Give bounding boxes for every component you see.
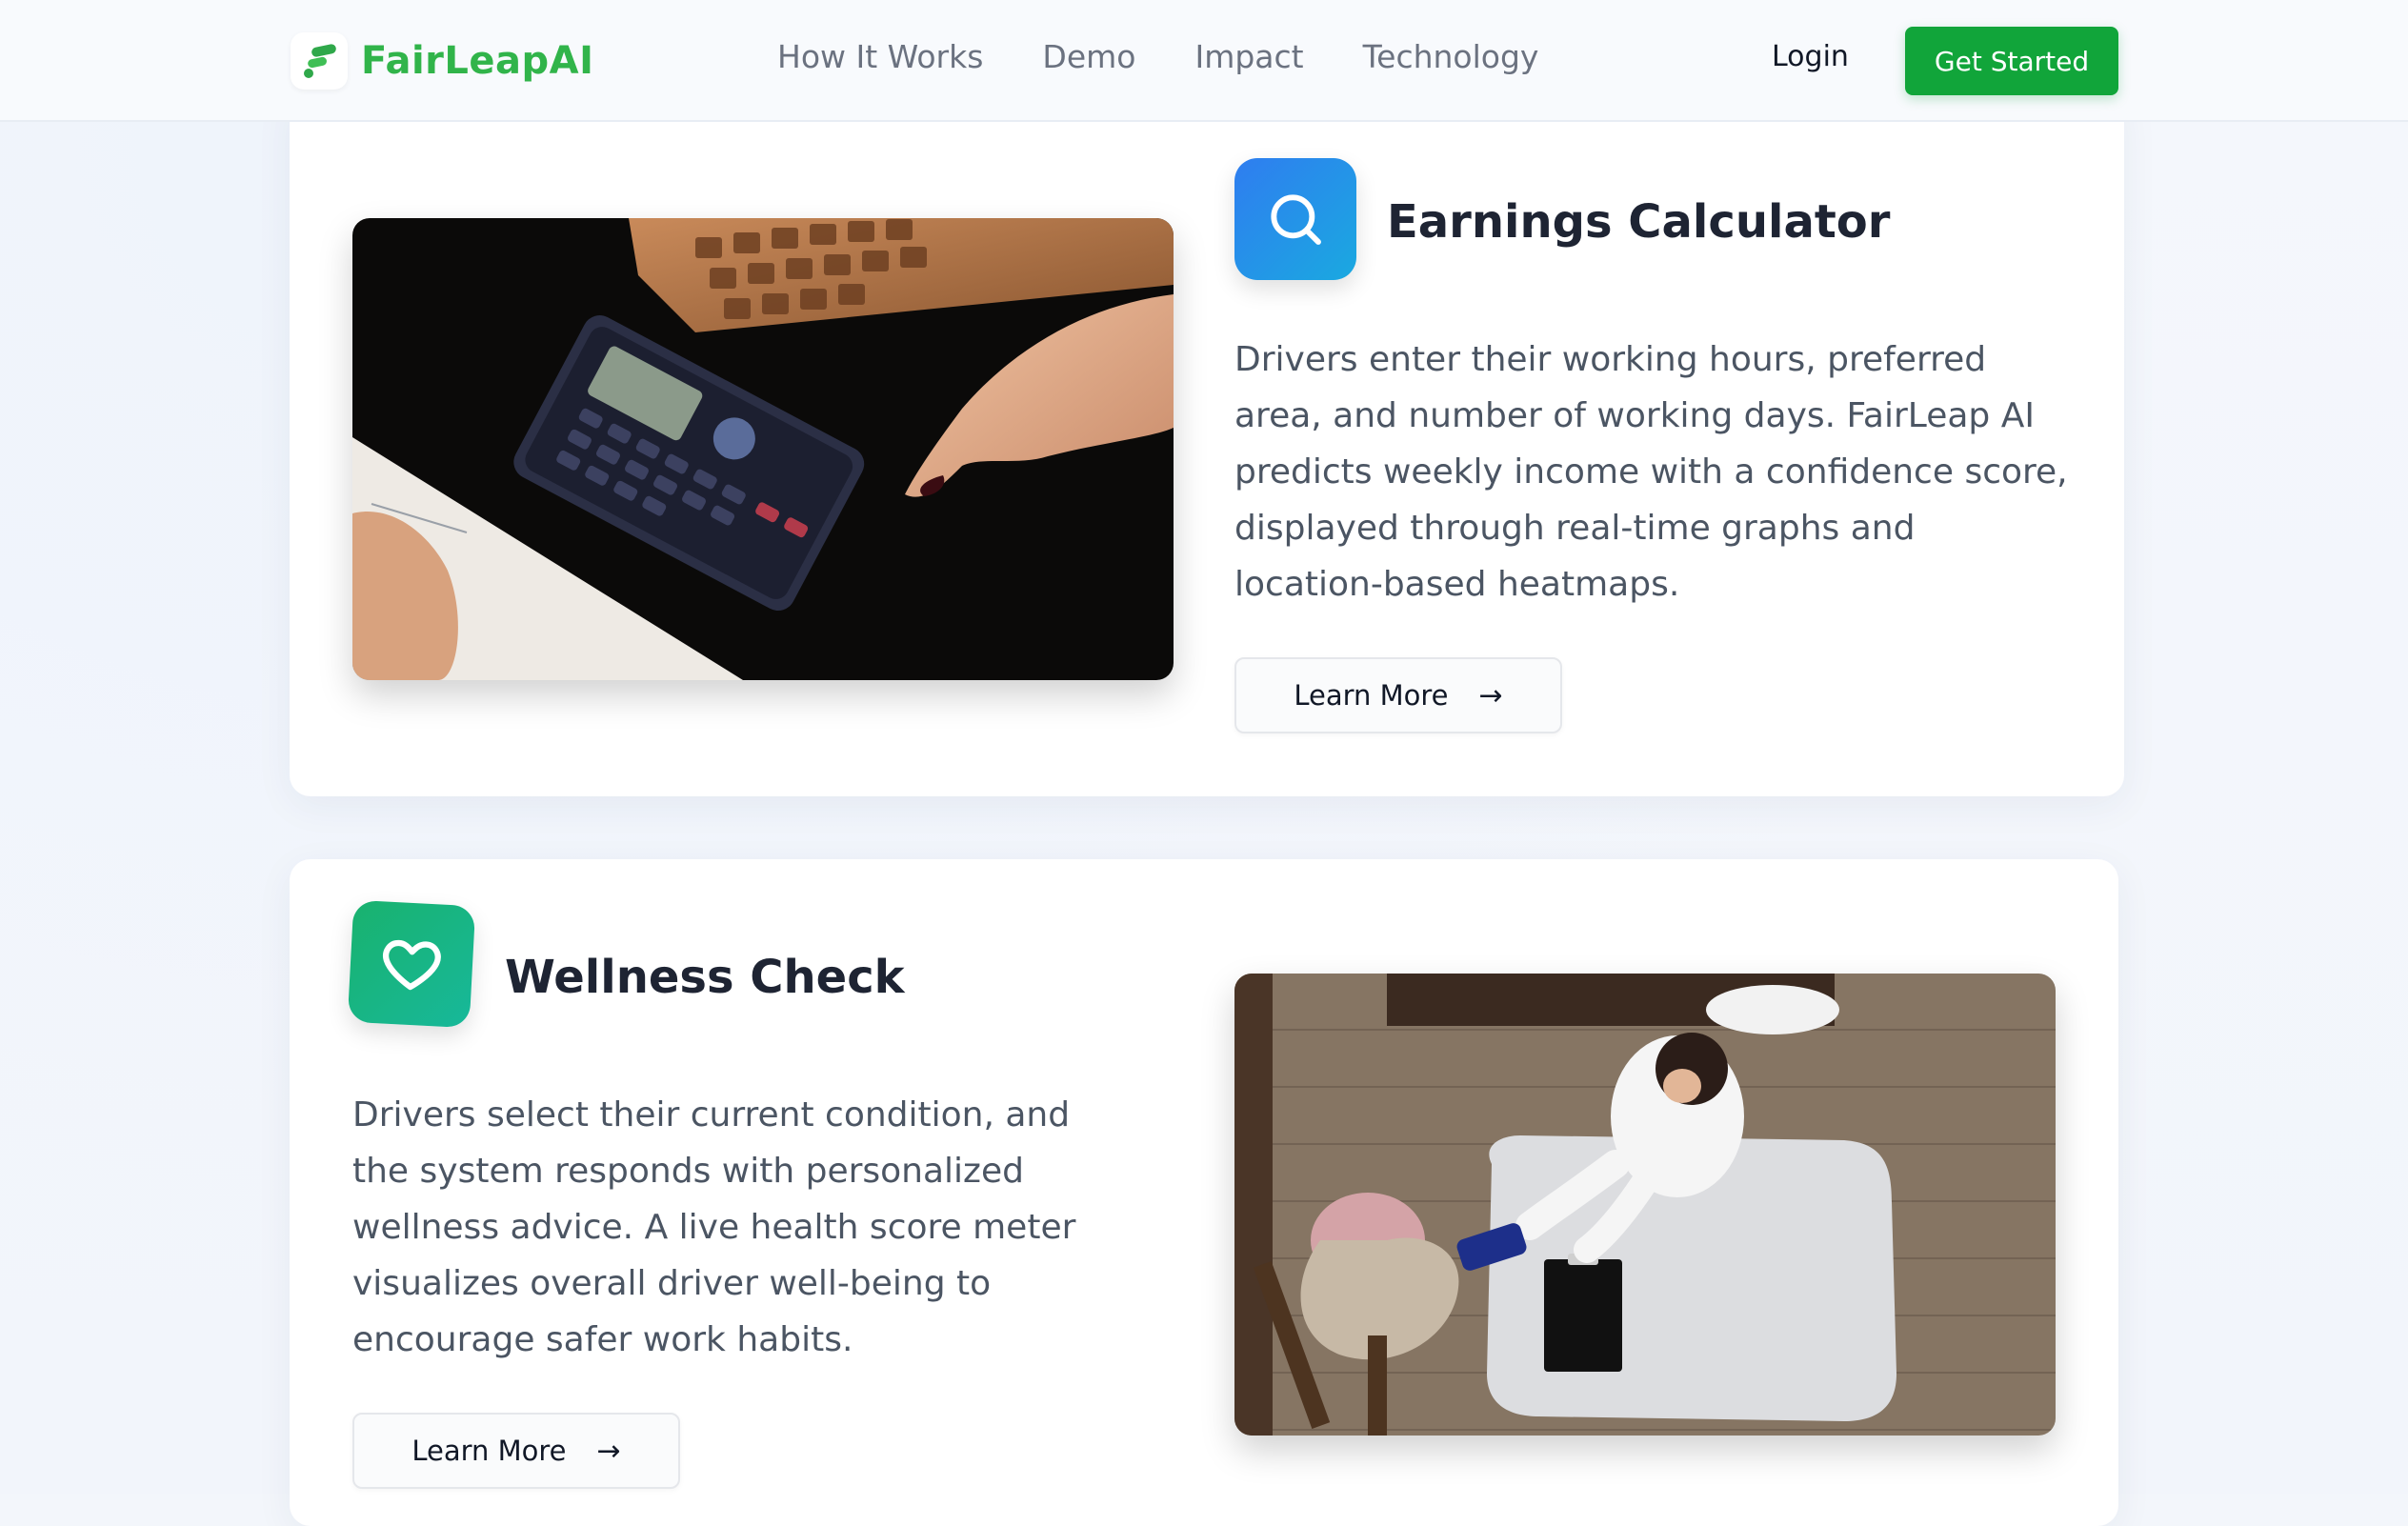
heart-icon xyxy=(383,939,441,991)
learn-more-button-earnings[interactable]: Learn More → xyxy=(1234,657,1562,733)
feature-title-wellness: Wellness Check xyxy=(505,951,905,1004)
search-icon xyxy=(1271,194,1321,245)
main-nav: How It Works Demo Impact Technology xyxy=(777,38,1538,75)
learn-more-label: Learn More xyxy=(1294,679,1449,712)
feature-icon-earnings xyxy=(1234,158,1356,280)
brand-name: FairLeapAI xyxy=(361,39,594,83)
feature-title-earnings: Earnings Calculator xyxy=(1387,195,1891,249)
nav-how-it-works[interactable]: How It Works xyxy=(777,38,983,75)
learn-more-button-wellness[interactable]: Learn More → xyxy=(352,1413,680,1489)
get-started-button[interactable]: Get Started xyxy=(1905,27,2118,95)
wellness-photo xyxy=(1234,974,2056,1436)
feature-icon-wellness xyxy=(347,899,476,1029)
feature-description-earnings: Drivers enter their working hours, prefe… xyxy=(1234,340,2068,604)
brand-logo[interactable]: FairLeapAI xyxy=(291,32,594,90)
nav-technology[interactable]: Technology xyxy=(1363,38,1539,75)
nav-demo[interactable]: Demo xyxy=(1042,38,1135,75)
calculator-photo xyxy=(352,218,1174,680)
login-link[interactable]: Login xyxy=(1772,40,1849,73)
top-navbar: FairLeapAI How It Works Demo Impact Tech… xyxy=(0,0,2408,122)
feature-description-wellness: Drivers select their current condition, … xyxy=(352,1095,1076,1359)
arrow-right-icon: → xyxy=(596,1434,621,1468)
learn-more-label: Learn More xyxy=(411,1435,567,1467)
arrow-right-icon: → xyxy=(1478,678,1503,713)
fairleap-logo-icon xyxy=(291,32,348,90)
nav-impact[interactable]: Impact xyxy=(1194,38,1303,75)
